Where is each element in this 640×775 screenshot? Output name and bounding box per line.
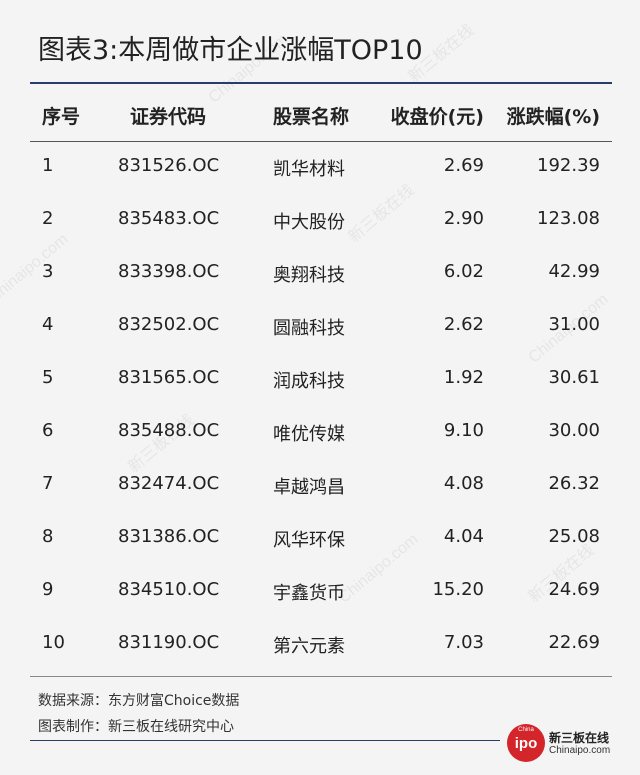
- header-name: 股票名称: [273, 106, 350, 128]
- cell-code: 832502.OC: [118, 314, 220, 335]
- cell-price: 4.04: [443, 526, 484, 547]
- cell-price: 6.02: [443, 261, 484, 282]
- header-change: 涨跌幅(%): [506, 106, 600, 128]
- cell-change: 192.39: [537, 155, 600, 176]
- cell-index: 8: [42, 526, 54, 547]
- table-row: 2 835483.OC 中大股份 2.90 123.08: [30, 194, 612, 247]
- cell-price: 9.10: [443, 420, 484, 441]
- cell-index: 7: [42, 473, 54, 494]
- table-bottom-divider: [30, 676, 612, 677]
- header-price: 收盘价(元): [390, 106, 484, 128]
- title-divider: [30, 82, 612, 84]
- logo-badge-text: ipo: [514, 735, 538, 752]
- cell-code: 831386.OC: [118, 526, 220, 547]
- header-code: 证券代码: [130, 106, 207, 128]
- cell-code: 832474.OC: [118, 473, 220, 494]
- cell-name: 圆融科技: [273, 318, 345, 339]
- cell-index: 9: [42, 579, 54, 600]
- cell-name: 宇鑫货币: [273, 583, 345, 604]
- cell-name: 唯优传媒: [273, 424, 345, 445]
- cell-index: 6: [42, 420, 54, 441]
- logo-name-en: Chinaipo.com: [549, 745, 611, 756]
- cell-code: 834510.OC: [118, 579, 220, 600]
- logo-name-cn: 新三板在线: [549, 731, 610, 745]
- cell-change: 30.00: [548, 420, 600, 441]
- cell-code: 831526.OC: [118, 155, 220, 176]
- cell-name: 凯华材料: [273, 159, 345, 180]
- footer-divider: [30, 740, 500, 741]
- table-row: 9 834510.OC 宇鑫货币 15.20 24.69: [30, 565, 612, 618]
- data-source-note: 数据来源：东方财富Choice数据: [38, 693, 240, 709]
- cell-name: 奥翔科技: [273, 265, 345, 286]
- cell-index: 10: [42, 632, 65, 653]
- cell-change: 26.32: [548, 473, 600, 494]
- table-row: 5 831565.OC 润成科技 1.92 30.61: [30, 353, 612, 406]
- logo-badge-top: China: [518, 727, 534, 733]
- cell-price: 2.62: [443, 314, 484, 335]
- table-header: 序号 证券代码 股票名称 收盘价(元) 涨跌幅(%): [30, 102, 612, 128]
- cell-price: 1.92: [443, 367, 484, 388]
- cell-index: 3: [42, 261, 54, 282]
- cell-change: 22.69: [548, 632, 600, 653]
- table-row: 4 832502.OC 圆融科技 2.62 31.00: [30, 300, 612, 353]
- cell-code: 831565.OC: [118, 367, 220, 388]
- cell-name: 润成科技: [273, 371, 345, 392]
- brand-logo: China ipo 新三板在线 Chinaipo.com: [507, 722, 617, 766]
- table-row: 1 831526.OC 凯华材料 2.69 192.39: [30, 141, 612, 194]
- cell-name: 中大股份: [273, 212, 345, 233]
- cell-code: 831190.OC: [118, 632, 220, 653]
- cell-change: 25.08: [548, 526, 600, 547]
- cell-index: 4: [42, 314, 54, 335]
- cell-code: 835483.OC: [118, 208, 220, 229]
- chart-maker-note: 图表制作：新三板在线研究中心: [38, 719, 234, 735]
- table-row: 10 831190.OC 第六元素 7.03 22.69: [30, 618, 612, 671]
- cell-index: 1: [42, 155, 54, 176]
- cell-index: 2: [42, 208, 54, 229]
- cell-change: 42.99: [548, 261, 600, 282]
- cell-change: 31.00: [548, 314, 600, 335]
- cell-price: 2.69: [443, 155, 484, 176]
- table-row: 6 835488.OC 唯优传媒 9.10 30.00: [30, 406, 612, 459]
- cell-change: 123.08: [537, 208, 600, 229]
- table-body: 1 831526.OC 凯华材料 2.69 192.39 2 835483.OC…: [30, 141, 612, 671]
- cell-price: 7.03: [443, 632, 484, 653]
- cell-code: 835488.OC: [118, 420, 220, 441]
- cell-name: 风华环保: [273, 530, 345, 551]
- table-row: 3 833398.OC 奥翔科技 6.02 42.99: [30, 247, 612, 300]
- cell-index: 5: [42, 367, 54, 388]
- cell-change: 30.61: [548, 367, 600, 388]
- header-index: 序号: [42, 106, 81, 128]
- cell-price: 15.20: [432, 579, 484, 600]
- cell-name: 卓越鸿昌: [273, 477, 345, 498]
- cell-price: 2.90: [443, 208, 484, 229]
- cell-name: 第六元素: [273, 636, 345, 657]
- table-row: 8 831386.OC 风华环保 4.04 25.08: [30, 512, 612, 565]
- page-title: 图表3:本周做市企业涨幅TOP10: [38, 35, 423, 66]
- cell-change: 24.69: [548, 579, 600, 600]
- cell-code: 833398.OC: [118, 261, 220, 282]
- table-row: 7 832474.OC 卓越鸿昌 4.08 26.32: [30, 459, 612, 512]
- logo-badge-icon: China ipo: [507, 724, 545, 762]
- cell-price: 4.08: [443, 473, 484, 494]
